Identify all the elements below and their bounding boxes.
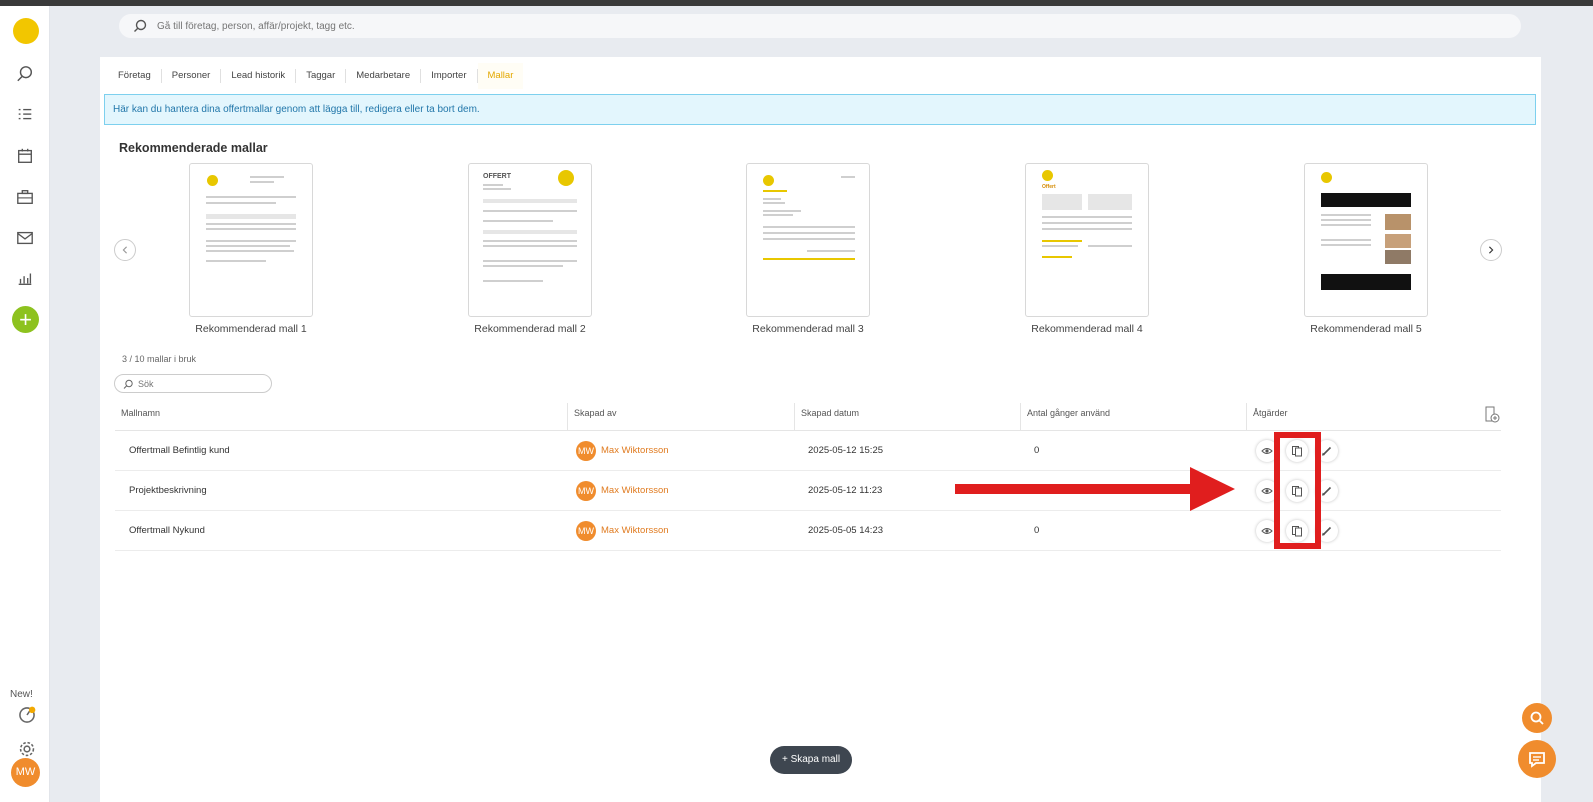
pencil-icon — [1322, 526, 1332, 536]
created-date: 2025-05-05 14:23 — [808, 525, 884, 536]
tab-medarbetare[interactable]: Medarbetare — [346, 69, 422, 83]
search-help-button[interactable] — [1522, 703, 1552, 733]
tab-personer[interactable]: Personer — [162, 69, 222, 83]
template-logo — [558, 170, 574, 186]
magnifier-icon — [1530, 711, 1544, 725]
tab-mallar[interactable]: Mallar — [477, 63, 524, 89]
template-card-5[interactable] — [1304, 163, 1428, 317]
template-logo — [763, 175, 774, 186]
chevron-left-icon — [122, 246, 127, 254]
template-logo — [207, 175, 218, 186]
template-label-2: Rekommenderad mall 2 — [474, 323, 586, 335]
annotation-highlight-box — [1274, 432, 1321, 549]
usage-count-cell: 0 — [1034, 525, 1040, 536]
template-card-4[interactable]: Offert — [1025, 163, 1149, 317]
main-panel: Företag Personer Lead historik Taggar Me… — [100, 57, 1541, 802]
annotation-arrow-head — [1190, 467, 1235, 511]
search-icon[interactable] — [13, 62, 37, 86]
column-header-actions: Åtgärder — [1246, 403, 1288, 431]
list-icon[interactable] — [13, 103, 37, 127]
chart-icon[interactable] — [13, 266, 37, 290]
add-icon[interactable]: + — [12, 306, 39, 333]
create-template-button[interactable]: + Skapa mall — [770, 746, 852, 774]
template-card-3[interactable] — [746, 163, 870, 317]
tab-lead-historik[interactable]: Lead historik — [221, 69, 297, 83]
avatar: MW — [576, 441, 596, 461]
add-column-icon[interactable] — [1485, 406, 1501, 424]
template-label-1: Rekommenderad mall 1 — [195, 323, 307, 335]
carousel-next-button[interactable] — [1480, 239, 1502, 261]
tab-importer[interactable]: Importer — [421, 69, 478, 83]
template-heading: Offert — [1042, 184, 1056, 190]
created-date: 2025-05-12 15:25 — [808, 445, 884, 456]
annotation-arrow-shaft — [955, 484, 1191, 494]
info-banner: Här kan du hantera dina offertmallar gen… — [104, 94, 1536, 125]
chat-button[interactable] — [1518, 740, 1556, 778]
created-by: MW Max Wiktorsson — [576, 471, 669, 511]
global-search-input[interactable] — [157, 20, 757, 32]
recommended-title: Rekommenderade mallar — [119, 141, 268, 155]
user-avatar[interactable]: MW — [11, 758, 40, 787]
pencil-icon — [1322, 446, 1332, 456]
template-name[interactable]: Projektbeskrivning — [129, 471, 207, 511]
top-bar — [0, 0, 1593, 6]
creator-name[interactable]: Max Wiktorsson — [601, 431, 669, 471]
creator-name[interactable]: Max Wiktorsson — [601, 471, 669, 511]
usage-count-cell: 0 — [1034, 445, 1040, 456]
avatar: MW — [576, 481, 596, 501]
new-label: New! — [10, 689, 33, 700]
whats-new-icon[interactable] — [18, 706, 36, 724]
column-header-created-by[interactable]: Skapad av — [567, 403, 617, 431]
column-header-created-date[interactable]: Skapad datum — [794, 403, 859, 431]
template-label-3: Rekommenderad mall 3 — [752, 323, 864, 335]
created-by: MW Max Wiktorsson — [576, 431, 669, 471]
column-header-name[interactable]: Mallnamn — [115, 403, 160, 431]
creator-name[interactable]: Max Wiktorsson — [601, 511, 669, 551]
gear-icon[interactable] — [18, 740, 36, 758]
template-label-5: Rekommenderad mall 5 — [1310, 323, 1422, 335]
sidebar: + New! MW — [0, 6, 50, 802]
tab-foretag[interactable]: Företag — [108, 69, 162, 83]
template-logo — [1042, 170, 1053, 181]
chevron-right-icon — [1489, 246, 1494, 254]
app-logo[interactable] — [13, 18, 39, 44]
table-search-input[interactable] — [138, 378, 258, 389]
table-search[interactable] — [114, 374, 272, 393]
chat-icon — [1529, 752, 1545, 768]
template-name[interactable]: Offertmall Nykund — [129, 511, 205, 551]
template-heading: OFFERT — [483, 173, 511, 180]
calendar-icon[interactable] — [13, 144, 37, 168]
tab-taggar[interactable]: Taggar — [296, 69, 347, 83]
template-logo — [1321, 172, 1332, 183]
column-header-usage[interactable]: Antal gånger använd — [1020, 403, 1110, 431]
search-icon — [134, 19, 147, 32]
eye-icon — [1261, 488, 1273, 494]
pencil-icon — [1322, 486, 1332, 496]
template-name[interactable]: Offertmall Befintlig kund — [129, 431, 230, 471]
template-card-1[interactable] — [189, 163, 313, 317]
usage-count: 3 / 10 mallar i bruk — [122, 354, 197, 364]
carousel-prev-button[interactable] — [114, 239, 136, 261]
global-search[interactable] — [119, 14, 1521, 38]
eye-icon — [1261, 448, 1273, 454]
created-date: 2025-05-12 11:23 — [808, 485, 883, 496]
avatar: MW — [576, 521, 596, 541]
mail-icon[interactable] — [13, 226, 37, 250]
eye-icon — [1261, 528, 1273, 534]
template-label-4: Rekommenderad mall 4 — [1031, 323, 1143, 335]
created-by: MW Max Wiktorsson — [576, 511, 669, 551]
tab-bar: Företag Personer Lead historik Taggar Me… — [108, 63, 524, 89]
template-card-2[interactable]: OFFERT — [468, 163, 592, 317]
search-icon — [123, 379, 133, 389]
table-header: Mallnamn Skapad av Skapad datum Antal gå… — [115, 403, 1501, 431]
briefcase-icon[interactable] — [13, 185, 37, 209]
